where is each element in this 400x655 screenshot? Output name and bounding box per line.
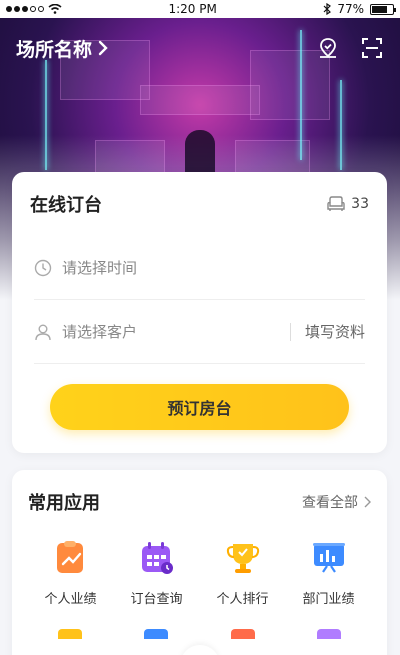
app-label: 个人业绩	[44, 592, 97, 607]
book-room-button[interactable]: 预订房台	[50, 384, 349, 430]
scan-button[interactable]	[360, 36, 384, 60]
divider	[289, 322, 291, 341]
chevron-right-icon	[364, 496, 371, 508]
time-picker[interactable]: 请选择时间	[34, 236, 365, 300]
app-department-performance[interactable]: 部门业绩	[286, 540, 371, 607]
personal-ranking-icon	[226, 544, 259, 573]
common-apps-card: 常用应用 查看全部 个人业绩 订台查询 个人排行 部门业绩	[12, 470, 387, 655]
personal-performance-icon	[56, 541, 83, 573]
venue-selector[interactable]: 场所名称	[16, 35, 108, 62]
venue-name: 场所名称	[16, 38, 93, 61]
status-time: 1:20 PM	[168, 2, 217, 16]
clock-icon	[34, 259, 52, 276]
app-personal-ranking[interactable]: 个人排行	[200, 540, 285, 607]
battery-percent: 77%	[337, 2, 364, 16]
status-bar: 1:20 PM 77%	[0, 0, 400, 18]
signal-icon	[6, 6, 44, 12]
wifi-icon	[48, 4, 62, 14]
chevron-right-icon	[98, 40, 108, 56]
fill-info-link[interactable]: 填写资料	[305, 321, 365, 342]
more-apps-row	[28, 629, 371, 639]
location-icon	[320, 38, 336, 58]
battery-icon	[370, 3, 396, 15]
online-booking-card: 在线订台 33 请选择时间 请选择客户 填写资料 预订房台	[12, 172, 387, 453]
view-all-label: 查看全部	[302, 495, 358, 511]
booking-query-icon	[141, 542, 173, 574]
user-icon	[35, 324, 51, 340]
top-bar: 场所名称	[16, 32, 384, 64]
department-performance-icon	[312, 543, 345, 573]
app-personal-performance[interactable]: 个人业绩	[28, 540, 113, 607]
apps-title: 常用应用	[28, 493, 100, 514]
scan-icon	[362, 38, 382, 58]
table-count-value: 33	[351, 196, 369, 212]
app-label: 订台查询	[130, 592, 183, 607]
customer-picker[interactable]: 请选择客户 填写资料	[34, 300, 365, 364]
customer-placeholder: 请选择客户	[62, 323, 138, 341]
bluetooth-icon	[323, 3, 332, 15]
sofa-icon	[327, 196, 345, 211]
time-placeholder: 请选择时间	[62, 259, 138, 277]
app-label: 个人排行	[216, 592, 269, 607]
location-button[interactable]	[316, 36, 340, 60]
app-label: 部门业绩	[302, 592, 355, 607]
view-all-link[interactable]: 查看全部	[302, 492, 371, 512]
app-booking-query[interactable]: 订台查询	[114, 540, 199, 607]
table-count[interactable]: 33	[327, 196, 369, 212]
booking-title: 在线订台	[30, 195, 102, 216]
